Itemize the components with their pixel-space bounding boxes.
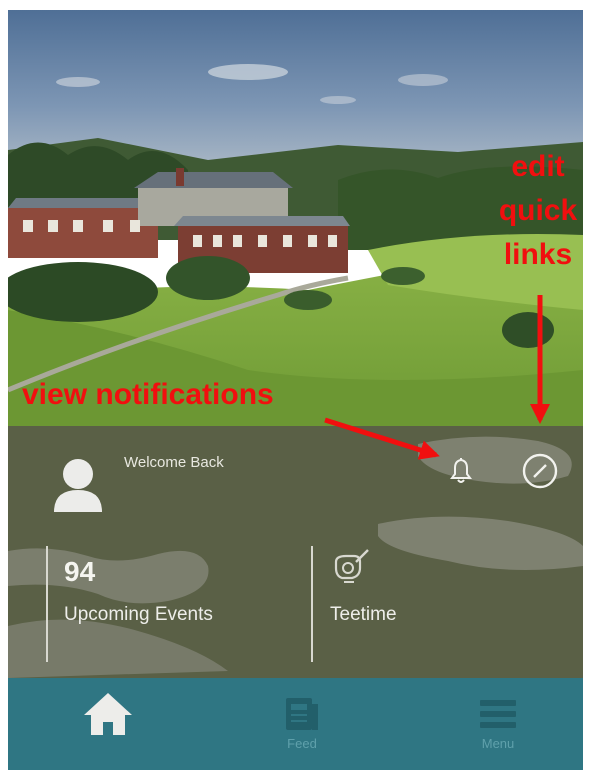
menu-icon bbox=[480, 700, 516, 728]
welcome-panel: Welcome Back 94 Upcoming Events Teetime bbox=[8, 426, 583, 678]
upcoming-events-count[interactable]: 94 bbox=[64, 556, 95, 588]
golf-teetime-icon[interactable] bbox=[330, 548, 372, 590]
feed-icon bbox=[286, 698, 318, 730]
nav-item-feed[interactable]: Feed bbox=[262, 678, 342, 770]
nav-item-home[interactable] bbox=[68, 678, 148, 770]
home-icon bbox=[84, 693, 132, 735]
annotation-edit-line-3: links bbox=[503, 238, 573, 271]
nav-item-menu[interactable]: Menu bbox=[458, 678, 538, 770]
stat-divider-left bbox=[46, 546, 48, 662]
annotation-edit-line-2: quick bbox=[498, 194, 578, 227]
bottom-nav: Feed Menu bbox=[8, 678, 583, 770]
user-avatar-icon[interactable] bbox=[52, 458, 104, 512]
nav-label-menu: Menu bbox=[481, 736, 515, 751]
stat-divider-middle bbox=[311, 546, 313, 662]
upcoming-events-label[interactable]: Upcoming Events bbox=[64, 604, 213, 626]
welcome-text: Welcome Back bbox=[124, 454, 224, 471]
bell-icon[interactable] bbox=[446, 456, 476, 486]
annotation-edit-line-1: edit bbox=[511, 150, 565, 183]
annotation-view-notifications: view notifications bbox=[22, 378, 274, 411]
edit-quick-links-icon[interactable] bbox=[520, 451, 560, 491]
annotation-edit-quick-links: edit quick links bbox=[486, 145, 590, 277]
teetime-label[interactable]: Teetime bbox=[330, 604, 397, 626]
nav-label-feed: Feed bbox=[287, 736, 317, 751]
